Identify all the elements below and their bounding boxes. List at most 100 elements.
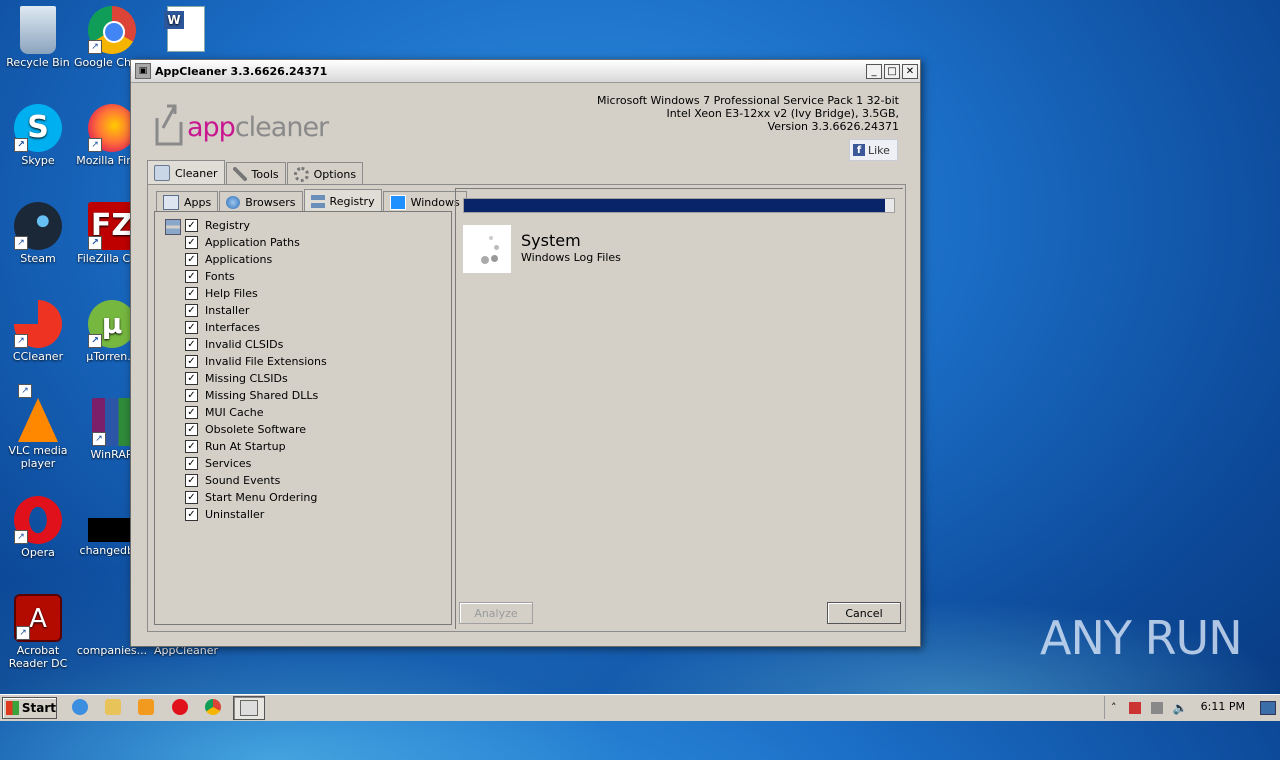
appcleaner-logo: appcleaner <box>153 100 329 148</box>
tab-browsers[interactable]: Browsers <box>219 191 303 212</box>
cancel-button[interactable]: Cancel <box>827 602 901 624</box>
internet-explorer-icon[interactable] <box>72 699 88 715</box>
checkbox-checked[interactable]: ✓ <box>185 236 198 249</box>
registry-item-label: Sound Events <box>205 474 281 487</box>
desktop-icon-skype[interactable]: S ↗ Skype <box>0 104 76 167</box>
tab-apps[interactable]: Apps <box>156 191 219 212</box>
checkbox-checked[interactable]: ✓ <box>185 304 198 317</box>
checkbox-checked[interactable]: ✓ <box>185 440 198 453</box>
checkbox-checked[interactable]: ✓ <box>185 389 198 402</box>
checkbox-checked[interactable]: ✓ <box>185 508 198 521</box>
logo-app-text: app <box>187 112 236 143</box>
opera-taskbar-icon[interactable] <box>172 699 188 715</box>
desktop-icon-label: Steam <box>20 252 56 265</box>
facebook-like-button[interactable]: f Like <box>849 139 898 161</box>
tab-options-label: Options <box>313 167 357 181</box>
registry-item-label: Fonts <box>205 270 235 283</box>
title-bar[interactable]: ▣ AppCleaner 3.3.6626.24371 _ □ ✕ <box>131 60 920 83</box>
gear-icon <box>293 166 309 182</box>
status-title: System <box>521 231 581 250</box>
checkbox-checked[interactable]: ✓ <box>185 355 198 368</box>
registry-item-label: Application Paths <box>205 236 300 249</box>
volume-icon[interactable]: 🔈 <box>1173 701 1188 715</box>
checkbox-checked[interactable]: ✓ <box>185 253 198 266</box>
cleaner-panel: Apps Browsers Registry Windows ✓ Registry… <box>147 184 906 632</box>
registry-item[interactable]: ✓ Services <box>185 455 327 472</box>
registry-item[interactable]: ✓ Interfaces <box>185 319 327 336</box>
registry-item-label: Missing CLSIDs <box>205 372 288 385</box>
analyze-button[interactable]: Analyze <box>459 602 533 624</box>
system-info: Microsoft Windows 7 Professional Service… <box>597 94 899 133</box>
registry-item[interactable]: ✓ Uninstaller <box>185 506 327 523</box>
maximize-button[interactable]: □ <box>884 63 900 79</box>
tab-cleaner[interactable]: Cleaner <box>147 160 225 185</box>
registry-item[interactable]: ✓ Missing CLSIDs <box>185 370 327 387</box>
chrome-taskbar-icon[interactable] <box>205 699 221 715</box>
desktop-icon-word-doc[interactable]: W <box>148 6 224 54</box>
acrobat-icon: A ↗ <box>14 594 62 642</box>
network-icon[interactable] <box>1150 701 1163 714</box>
checkbox-checked[interactable]: ✓ <box>185 270 198 283</box>
progress-fill <box>464 199 886 212</box>
globe-icon <box>226 195 241 209</box>
registry-item[interactable]: ✓ Start Menu Ordering <box>185 489 327 506</box>
checkbox-checked[interactable]: ✓ <box>185 338 198 351</box>
tab-registry[interactable]: Registry <box>303 189 382 212</box>
registry-checklist[interactable]: ✓ Registry ✓ Application Paths ✓ Applications… <box>154 211 452 625</box>
show-desktop-icon[interactable] <box>1260 701 1276 715</box>
show-hidden-icons-icon[interactable]: ˄ <box>1111 701 1117 714</box>
desktop-icon-recycle-bin[interactable]: Recycle Bin <box>0 6 76 69</box>
checkbox-checked[interactable]: ✓ <box>185 321 198 334</box>
registry-item[interactable]: ✓ Applications <box>185 251 327 268</box>
registry-item[interactable]: ✓ Invalid File Extensions <box>185 353 327 370</box>
media-player-icon[interactable] <box>138 699 154 715</box>
appcleaner-taskbar-button[interactable] <box>233 696 265 720</box>
registry-item[interactable]: ✓ Run At Startup <box>185 438 327 455</box>
tab-tools[interactable]: Tools <box>225 162 286 185</box>
desktop-icon-ccleaner[interactable]: ↗ CCleaner <box>0 300 76 363</box>
registry-item[interactable]: ✓ Obsolete Software <box>185 421 327 438</box>
registry-item[interactable]: ✓ Registry <box>185 217 327 234</box>
checkbox-checked[interactable]: ✓ <box>185 491 198 504</box>
registry-item-label: Uninstaller <box>205 508 265 521</box>
desktop-icon-label: Skype <box>21 154 55 167</box>
tab-apps-label: Apps <box>184 195 212 209</box>
registry-item-label: Help Files <box>205 287 258 300</box>
registry-item[interactable]: ✓ MUI Cache <box>185 404 327 421</box>
desktop-icon-opera[interactable]: ↗ Opera <box>0 496 76 559</box>
checkbox-checked[interactable]: ✓ <box>185 372 198 385</box>
logo-mark-icon <box>155 104 183 146</box>
filezilla-icon: FZ ↗ <box>88 202 136 250</box>
registry-item[interactable]: ✓ Invalid CLSIDs <box>185 336 327 353</box>
desktop-icon-vlc[interactable]: ↗ VLC media player <box>0 384 76 470</box>
registry-item[interactable]: ✓ Fonts <box>185 268 327 285</box>
checkbox-checked[interactable]: ✓ <box>185 474 198 487</box>
minimize-button[interactable]: _ <box>866 63 882 79</box>
registry-item[interactable]: ✓ Installer <box>185 302 327 319</box>
action-center-icon[interactable] <box>1128 701 1141 714</box>
folder-icon[interactable] <box>105 699 121 715</box>
clock[interactable]: 6:11 PM <box>1201 700 1245 713</box>
checkbox-checked[interactable]: ✓ <box>185 457 198 470</box>
desktop-icon-acrobat[interactable]: A ↗ Acrobat Reader DC <box>0 594 76 670</box>
tab-options[interactable]: Options <box>286 162 364 185</box>
desktop-icon-steam[interactable]: ↗ Steam <box>0 202 76 265</box>
registry-item[interactable]: ✓ Help Files <box>185 285 327 302</box>
checkbox-checked[interactable]: ✓ <box>185 423 198 436</box>
registry-item-label: MUI Cache <box>205 406 264 419</box>
checkbox-checked[interactable]: ✓ <box>185 219 198 232</box>
firefox-icon: ↗ <box>88 104 136 152</box>
registry-item-label: Missing Shared DLLs <box>205 389 319 402</box>
start-button[interactable]: Start <box>2 697 57 719</box>
checkbox-checked[interactable]: ✓ <box>185 406 198 419</box>
registry-item-label: Installer <box>205 304 250 317</box>
close-button[interactable]: ✕ <box>902 63 918 79</box>
status-subtitle: Windows Log Files <box>521 251 621 264</box>
registry-item[interactable]: ✓ Missing Shared DLLs <box>185 387 327 404</box>
shortcut-arrow-icon: ↗ <box>14 530 28 544</box>
checkbox-checked[interactable]: ✓ <box>185 287 198 300</box>
registry-item[interactable]: ✓ Sound Events <box>185 472 327 489</box>
registry-item[interactable]: ✓ Application Paths <box>185 234 327 251</box>
registry-item-label: Applications <box>205 253 273 266</box>
sysinfo-os: Microsoft Windows 7 Professional Service… <box>596 94 899 107</box>
